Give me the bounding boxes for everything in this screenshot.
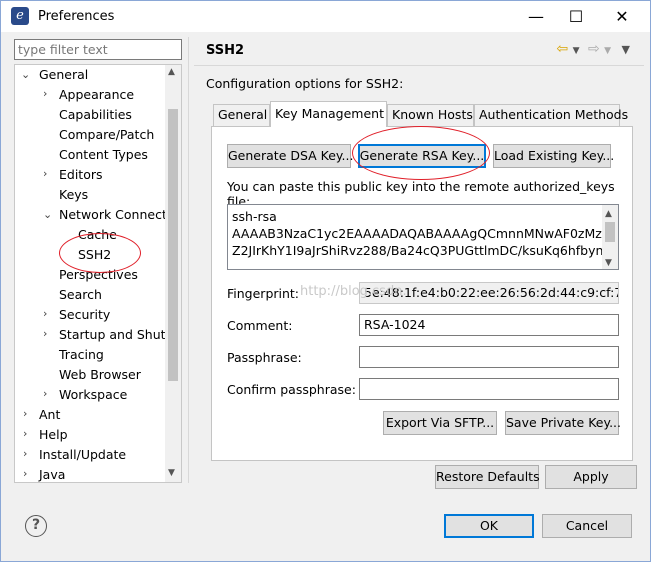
tree-item-network-connections[interactable]: Network Connectio <box>59 205 178 225</box>
public-key-scrollbar[interactable]: ▲ ▼ <box>602 205 618 269</box>
public-key-line: Z2JIrKhY1I9aJrShiRvz288/Ba24cQ3PUGttlmDC… <box>232 243 619 258</box>
collapsed-arrow-icon[interactable]: › <box>23 467 27 480</box>
expanded-arrow-icon[interactable]: ⌄ <box>43 208 52 221</box>
public-key-line: AAAAB3NzaC1yc2EAAAADAQABAAAAgQCmnnMNwAF0… <box>232 226 619 241</box>
restore-defaults-button[interactable]: Restore Defaults <box>435 465 540 489</box>
tree-item-startup-shutdown[interactable]: Startup and Shutd <box>59 325 173 345</box>
save-private-key-button[interactable]: Save Private Key... <box>505 411 621 435</box>
tree-item-appearance[interactable]: Appearance <box>59 85 134 105</box>
scroll-up-icon[interactable]: ▲ <box>168 67 175 77</box>
public-key-line: ssh-rsa <box>232 209 277 224</box>
annotation-circle-generate-rsa <box>352 126 490 180</box>
tree-scrollbar[interactable]: ▲ ▼ <box>165 65 181 482</box>
watermark-text: http://blog.csdn. <box>300 284 407 299</box>
collapsed-arrow-icon[interactable]: › <box>23 447 27 460</box>
public-key-textarea[interactable]: ssh-rsa AAAAB3NzaC1yc2EAAAADAQABAAAAgQCm… <box>227 204 619 270</box>
confirm-passphrase-label: Confirm passphrase: <box>227 382 356 397</box>
title-bar: e Preferences — ☐ ✕ <box>1 1 650 32</box>
tab-known-hosts[interactable]: Known Hosts <box>387 104 474 126</box>
ok-button[interactable]: OK <box>444 514 534 538</box>
annotation-circle-ssh2 <box>59 233 141 273</box>
scroll-up-icon[interactable]: ▲ <box>605 206 612 223</box>
apply-button[interactable]: Apply <box>545 465 637 489</box>
preference-tree: ⌄ General › Appearance Capabilities Comp… <box>14 64 182 483</box>
collapsed-arrow-icon[interactable]: › <box>43 307 47 320</box>
tab-authentication-methods[interactable]: Authentication Methods <box>474 104 628 126</box>
collapsed-arrow-icon[interactable]: › <box>43 167 47 180</box>
tree-item-compare-patch[interactable]: Compare/Patch <box>59 125 154 145</box>
tree-scroll-thumb[interactable] <box>168 109 178 381</box>
dialog-footer: ? OK Cancel <box>1 493 650 561</box>
tree-item-general[interactable]: General <box>39 65 88 85</box>
collapsed-arrow-icon[interactable]: › <box>43 387 47 400</box>
collapsed-arrow-icon[interactable]: › <box>43 87 47 100</box>
tree-item-web-browser[interactable]: Web Browser <box>59 365 141 385</box>
tab-key-management[interactable]: Key Management <box>270 101 387 127</box>
public-key-scroll-thumb[interactable] <box>605 222 615 242</box>
back-menu-icon[interactable]: ▼ <box>573 46 580 56</box>
tree-item-tracing[interactable]: Tracing <box>59 345 104 365</box>
passphrase-field[interactable] <box>359 346 619 368</box>
forward-menu-icon[interactable]: ▼ <box>604 46 611 56</box>
maximize-button[interactable]: ☐ <box>553 1 599 32</box>
pane-divider[interactable] <box>188 37 189 483</box>
page-title: SSH2 <box>206 43 245 58</box>
page-description: Configuration options for SSH2: <box>206 76 404 91</box>
collapsed-arrow-icon[interactable]: › <box>43 327 47 340</box>
tree-item-java[interactable]: Java <box>39 465 65 482</box>
scroll-down-icon[interactable]: ▼ <box>168 468 175 478</box>
tree-item-content-types[interactable]: Content Types <box>59 145 148 165</box>
forward-arrow-icon[interactable]: ⇨ <box>588 41 600 57</box>
tree-item-security[interactable]: Security <box>59 305 110 325</box>
view-menu-icon[interactable]: ▼ <box>622 43 630 56</box>
collapsed-arrow-icon[interactable]: › <box>23 427 27 440</box>
close-button[interactable]: ✕ <box>599 1 645 32</box>
ssh2-page: SSH2 ⇦ ▼ ⇨ ▼ ▼ Configuration options for… <box>194 37 644 489</box>
comment-label: Comment: <box>227 318 293 333</box>
tree-item-help[interactable]: Help <box>39 425 68 445</box>
export-via-sftp-button[interactable]: Export Via SFTP... <box>383 411 497 435</box>
back-arrow-icon[interactable]: ⇦ <box>556 41 568 57</box>
scroll-down-icon[interactable]: ▼ <box>605 255 612 269</box>
passphrase-label: Passphrase: <box>227 350 302 365</box>
fingerprint-label: Fingerprint: <box>227 286 300 301</box>
preferences-window: e Preferences — ☐ ✕ ⌄ General › Appearan… <box>0 0 651 562</box>
expanded-arrow-icon[interactable]: ⌄ <box>21 68 30 81</box>
generate-dsa-key-button[interactable]: Generate DSA Key... <box>227 144 353 168</box>
tree-item-editors[interactable]: Editors <box>59 165 103 185</box>
filter-input[interactable] <box>14 39 182 60</box>
comment-field[interactable]: RSA-1024 <box>359 314 619 336</box>
load-existing-key-button[interactable]: Load Existing Key... <box>493 144 614 168</box>
help-icon[interactable]: ? <box>25 515 47 537</box>
tree-item-ant[interactable]: Ant <box>39 405 60 425</box>
tree-item-workspace[interactable]: Workspace <box>59 385 127 405</box>
tree-item-keys[interactable]: Keys <box>59 185 88 205</box>
eclipse-app-icon: e <box>11 7 29 25</box>
tree-item-install-update[interactable]: Install/Update <box>39 445 126 465</box>
history-navigation: ⇦ ▼ ⇨ ▼ ▼ <box>556 41 630 57</box>
header-divider <box>194 65 644 66</box>
confirm-passphrase-field[interactable] <box>359 378 619 400</box>
collapsed-arrow-icon[interactable]: › <box>23 407 27 420</box>
tab-general[interactable]: General <box>213 104 270 126</box>
key-management-panel: Generate DSA Key... Generate RSA Key... … <box>211 126 633 461</box>
tree-item-search[interactable]: Search <box>59 285 102 305</box>
window-title: Preferences <box>38 9 115 24</box>
cancel-button[interactable]: Cancel <box>542 514 632 538</box>
preference-navigation: ⌄ General › Appearance Capabilities Comp… <box>14 37 184 483</box>
tree-item-capabilities[interactable]: Capabilities <box>59 105 132 125</box>
